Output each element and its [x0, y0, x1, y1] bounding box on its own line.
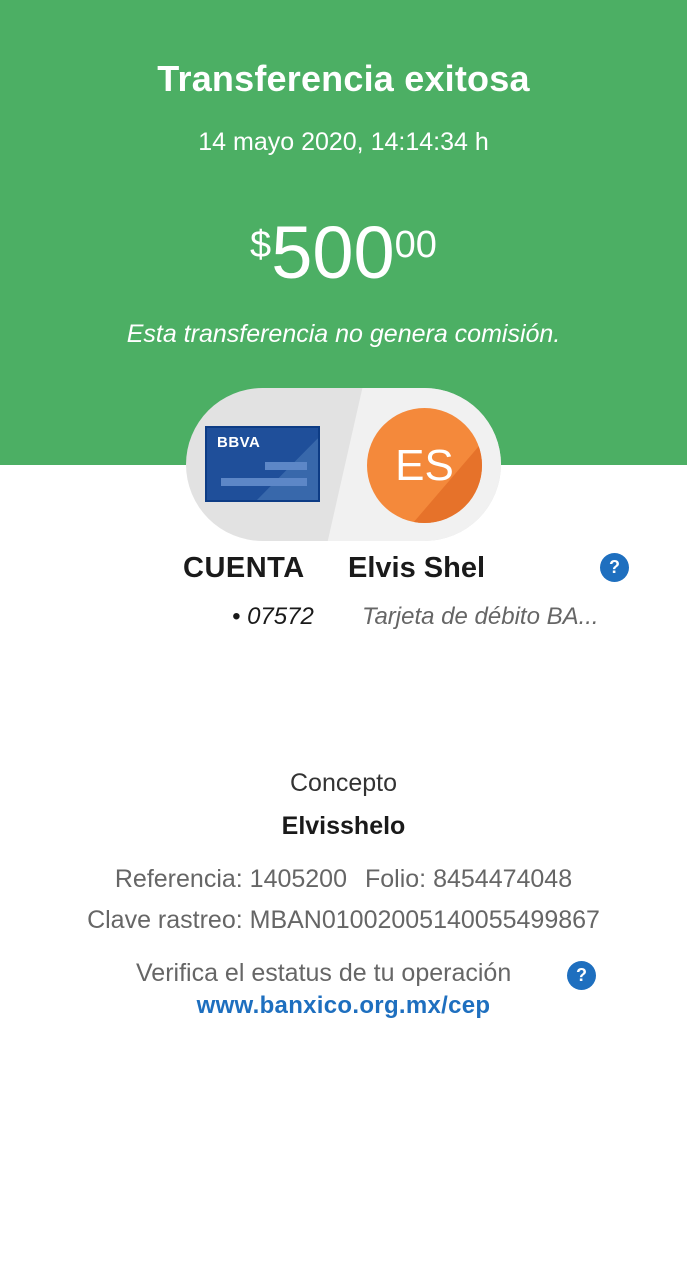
amount-whole: 500	[271, 211, 395, 294]
bbva-card-icon: BBVA	[205, 426, 320, 502]
transfer-parties-pill: BBVA ES	[186, 388, 501, 541]
banxico-cep-link[interactable]: www.banxico.org.mx/cep	[0, 992, 687, 1020]
payee-card-type: Tarjeta de débito BA...	[362, 603, 599, 630]
payee-avatar: ES	[367, 408, 482, 523]
amount-cents: 00	[394, 224, 437, 266]
amount-currency: $	[250, 224, 272, 266]
verify-help-icon[interactable]: ?	[567, 961, 596, 990]
transfer-amount: $50000	[0, 216, 687, 290]
reference-number: Referencia: 1405200	[114, 865, 347, 893]
transfer-datetime: 14 mayo 2020, 14:14:34 h	[198, 128, 489, 156]
concept-label: Concepto	[289, 769, 398, 797]
help-icon[interactable]: ?	[600, 553, 629, 582]
origin-account-label: CUENTA	[183, 552, 305, 584]
reference-line: Referencia: 1405200 Folio: 8454474048	[0, 865, 687, 894]
origin-account-number: • 07572	[232, 603, 314, 630]
verify-status-text: Verifica el estatus de tu operación	[136, 959, 512, 987]
transfer-receipt: Transferencia exitosa 14 mayo 2020, 14:1…	[0, 0, 687, 1280]
concept-value: Elvisshelo	[281, 812, 406, 840]
page-title: Transferencia exitosa	[157, 58, 530, 99]
tracking-key: Clave rastreo: MBAN01002005140055499867	[87, 906, 600, 934]
folio-number: Folio: 8454474048	[365, 865, 573, 893]
payee-name: Elvis Shel	[348, 552, 486, 584]
commission-note: Esta transferencia no genera comisión.	[126, 320, 561, 348]
payee-initials: ES	[395, 441, 454, 490]
card-logo: BBVA	[217, 434, 261, 451]
